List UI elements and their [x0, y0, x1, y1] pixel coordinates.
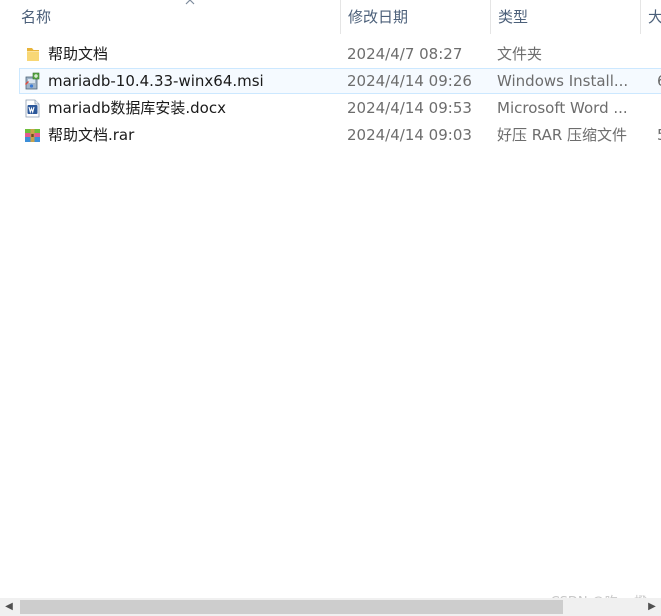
sort-ascending-icon	[185, 0, 195, 5]
file-name: 帮助文档	[48, 45, 109, 63]
folder-icon	[27, 48, 39, 61]
file-type: Microsoft Word ...	[497, 99, 628, 117]
word-document-icon	[25, 99, 40, 118]
column-header-size-label: 大	[648, 8, 661, 26]
file-date: 2024/4/14 09:53	[347, 99, 472, 117]
horizontal-scrollbar[interactable]: ◀ ▶	[0, 598, 661, 616]
column-header-type-label: 类型	[498, 8, 529, 26]
msi-installer-icon	[25, 72, 40, 90]
file-row-help-docs-rar[interactable]: 帮助文档.rar 2024/4/14 09:03 好压 RAR 压缩文件 5	[0, 122, 661, 149]
file-type: 文件夹	[497, 45, 543, 63]
file-name: mariadb-10.4.33-winx64.msi	[48, 72, 264, 90]
scroll-right-arrow-icon[interactable]: ▶	[643, 598, 661, 616]
file-size	[657, 95, 661, 122]
column-header-type[interactable]: 类型	[490, 0, 640, 34]
file-type: Windows Install...	[497, 72, 629, 90]
file-date: 2024/4/14 09:26	[347, 72, 472, 90]
column-header-bar: 名称 修改日期 类型 大	[0, 0, 661, 34]
column-header-size[interactable]: 大	[640, 0, 661, 34]
file-row-mariadb-docx[interactable]: mariadb数据库安装.docx 2024/4/14 09:53 Micros…	[0, 95, 661, 122]
column-header-name[interactable]: 名称	[14, 0, 340, 34]
rar-archive-icon	[25, 129, 40, 142]
file-row-mariadb-msi[interactable]: mariadb-10.4.33-winx64.msi 2024/4/14 09:…	[0, 68, 661, 95]
file-size: 6	[657, 68, 661, 95]
column-header-date[interactable]: 修改日期	[340, 0, 490, 34]
file-date: 2024/4/7 08:27	[347, 45, 463, 63]
file-size	[657, 41, 661, 68]
file-name: 帮助文档.rar	[48, 126, 135, 144]
column-header-name-label: 名称	[21, 8, 52, 26]
file-type: 好压 RAR 压缩文件	[497, 126, 628, 144]
scrollbar-thumb[interactable]	[20, 600, 563, 614]
file-size: 5	[657, 122, 661, 149]
file-name: mariadb数据库安装.docx	[48, 99, 226, 117]
scroll-left-arrow-icon[interactable]: ◀	[0, 598, 18, 616]
file-row-help-docs-folder[interactable]: 帮助文档 2024/4/7 08:27 文件夹	[0, 41, 661, 68]
file-explorer-window: 名称 修改日期 类型 大 帮助文档 2024/4/7 08:27 文件夹	[0, 0, 661, 616]
file-date: 2024/4/14 09:03	[347, 126, 472, 144]
column-header-date-label: 修改日期	[348, 8, 409, 26]
file-list: 帮助文档 2024/4/7 08:27 文件夹 mariadb-10.4.33-…	[0, 41, 661, 149]
